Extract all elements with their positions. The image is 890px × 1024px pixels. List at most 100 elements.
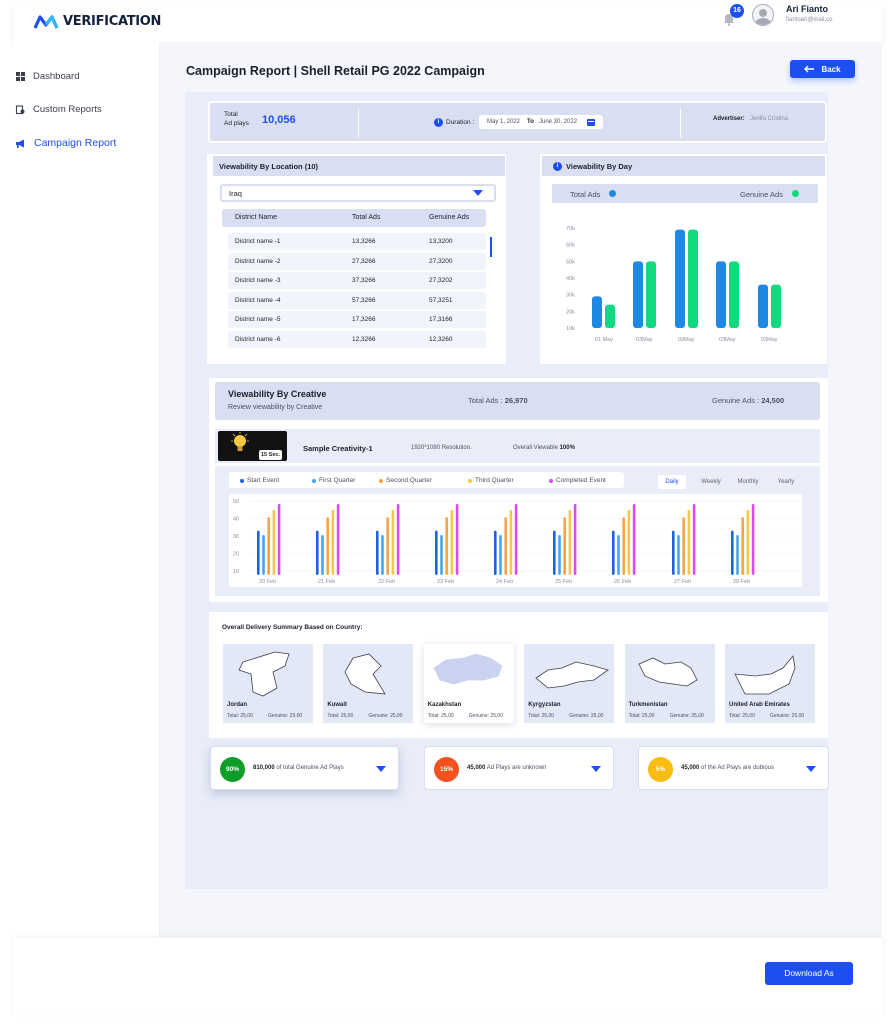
tab-monthly[interactable]: Monthly — [732, 475, 764, 489]
country-card[interactable]: KyrgyzstanTotal: 25,00Genuine: 25,00 — [524, 644, 614, 723]
country-card[interactable]: KazakhstanTotal: 25,00Genuine: 25,00 — [424, 644, 514, 723]
tab-weekly[interactable]: Weekly — [694, 475, 728, 489]
percent-circle: 15% — [434, 757, 459, 782]
bar-start-event[interactable] — [376, 531, 379, 575]
bar-first-quarter[interactable] — [381, 535, 384, 575]
country-card[interactable]: United Arab EmiratesTotal: 25,00Genuine:… — [725, 644, 815, 723]
country-name: Kuwait — [327, 702, 347, 708]
bar-total[interactable] — [592, 296, 602, 328]
bar-first-quarter[interactable] — [499, 535, 502, 575]
bar-completed-event[interactable] — [752, 504, 755, 575]
bar-start-event[interactable] — [553, 531, 556, 575]
tab-yearly[interactable]: Yearly — [770, 475, 802, 489]
bar-third-quarter[interactable] — [451, 510, 454, 575]
bar-first-quarter[interactable] — [558, 535, 561, 575]
bar-second-quarter[interactable] — [326, 517, 329, 575]
logo[interactable]: VERIFICATION — [34, 14, 161, 29]
bar-first-quarter[interactable] — [321, 535, 324, 575]
bar-completed-event[interactable] — [633, 504, 636, 575]
bar-start-event[interactable] — [672, 531, 675, 575]
y-tick-label: 20 — [233, 552, 239, 558]
country-card[interactable]: KuwaitTotal: 25,00Genuine: 25,00 — [323, 644, 413, 723]
bar-total[interactable] — [675, 230, 685, 328]
country-card[interactable]: TurkmenistanTotal: 25,00Genuine: 25,00 — [625, 644, 715, 723]
bar-second-quarter[interactable] — [267, 517, 270, 575]
bar-first-quarter[interactable] — [677, 535, 680, 575]
x-tick-label: 25 Feb — [555, 579, 572, 585]
chevron-down-icon[interactable] — [806, 766, 816, 772]
info-icon[interactable]: i — [553, 162, 562, 171]
bar-second-quarter[interactable] — [563, 517, 566, 575]
back-button[interactable]: Back — [790, 60, 855, 78]
bar-first-quarter[interactable] — [736, 535, 739, 575]
chevron-down-icon[interactable] — [376, 766, 386, 772]
stat-card[interactable]: 5%45,000 of the Ad Plays are dubious — [638, 746, 829, 790]
bar-total[interactable] — [758, 285, 768, 328]
bar-genuine[interactable] — [605, 305, 615, 328]
bar-third-quarter[interactable] — [510, 510, 513, 575]
chevron-down-icon[interactable] — [591, 766, 601, 772]
kyrgyzstan-map-icon — [524, 644, 614, 700]
info-icon[interactable]: i — [434, 118, 443, 127]
legend-genuine-dot — [792, 190, 799, 197]
date-to[interactable]: June 30, 2022 — [539, 119, 577, 125]
country-select[interactable] — [220, 184, 496, 202]
stat-card[interactable]: 15%45,000 Ad Plays are unknown — [424, 746, 614, 790]
tab-daily[interactable]: Daily — [658, 475, 686, 489]
sidebar-item-campaign-report[interactable]: Campaign Report — [16, 137, 116, 149]
bar-start-event[interactable] — [731, 531, 734, 575]
bar-genuine[interactable] — [729, 261, 739, 328]
bar-total[interactable] — [716, 261, 726, 328]
notification-badge[interactable]: 16 — [730, 4, 744, 18]
stat-text: 45,000 of the Ad Plays are dubious — [681, 765, 774, 771]
download-button[interactable]: Download As — [765, 962, 853, 985]
bar-total[interactable] — [633, 261, 643, 328]
legend-dot — [312, 479, 316, 483]
bar-completed-event[interactable] — [456, 504, 459, 575]
bar-start-event[interactable] — [612, 531, 615, 575]
bar-third-quarter[interactable] — [332, 510, 335, 575]
table-cell: District name -6 — [235, 336, 281, 343]
sidebar-item-dashboard[interactable]: Dashboard — [16, 71, 79, 82]
bar-third-quarter[interactable] — [747, 510, 750, 575]
bar-first-quarter[interactable] — [617, 535, 620, 575]
bar-second-quarter[interactable] — [386, 517, 389, 575]
bar-genuine[interactable] — [688, 230, 698, 328]
bar-completed-event[interactable] — [515, 504, 518, 575]
sidebar-item-custom-reports[interactable]: Custom Reports — [16, 104, 102, 115]
bar-completed-event[interactable] — [397, 504, 400, 575]
country-card[interactable]: JordanTotal: 25,00Genuine: 25,00 — [223, 644, 313, 723]
bar-third-quarter[interactable] — [628, 510, 631, 575]
bar-start-event[interactable] — [435, 531, 438, 575]
bar-genuine[interactable] — [771, 285, 781, 328]
bar-start-event[interactable] — [257, 531, 260, 575]
table-scrollbar[interactable] — [490, 237, 492, 257]
bar-completed-event[interactable] — [278, 504, 281, 575]
calendar-icon[interactable] — [587, 118, 595, 126]
location-title: Viewability By Location (10) — [219, 162, 318, 171]
bar-first-quarter[interactable] — [262, 535, 265, 575]
bar-third-quarter[interactable] — [392, 510, 395, 575]
bar-second-quarter[interactable] — [741, 517, 744, 575]
bar-second-quarter[interactable] — [445, 517, 448, 575]
bar-third-quarter[interactable] — [273, 510, 276, 575]
bar-third-quarter[interactable] — [569, 510, 572, 575]
chevron-down-icon[interactable] — [473, 190, 483, 196]
bar-completed-event[interactable] — [574, 504, 577, 575]
bar-start-event[interactable] — [316, 531, 319, 575]
stat-description: of total Genuine Ad Plays — [276, 765, 343, 771]
bar-second-quarter[interactable] — [682, 517, 685, 575]
bar-second-quarter[interactable] — [622, 517, 625, 575]
bar-completed-event[interactable] — [337, 504, 340, 575]
bar-third-quarter[interactable] — [688, 510, 691, 575]
bar-completed-event[interactable] — [693, 504, 696, 575]
avatar[interactable] — [752, 4, 774, 26]
y-tick-label: 30k — [566, 293, 575, 299]
bar-second-quarter[interactable] — [504, 517, 507, 575]
bar-first-quarter[interactable] — [440, 535, 443, 575]
bar-genuine[interactable] — [646, 261, 656, 328]
bar-start-event[interactable] — [494, 531, 497, 575]
table-cell: 12,3260 — [429, 336, 453, 343]
date-from[interactable]: May 1, 2022 — [487, 119, 520, 125]
stat-card[interactable]: 90%810,000 of total Genuine Ad Plays — [210, 746, 399, 790]
